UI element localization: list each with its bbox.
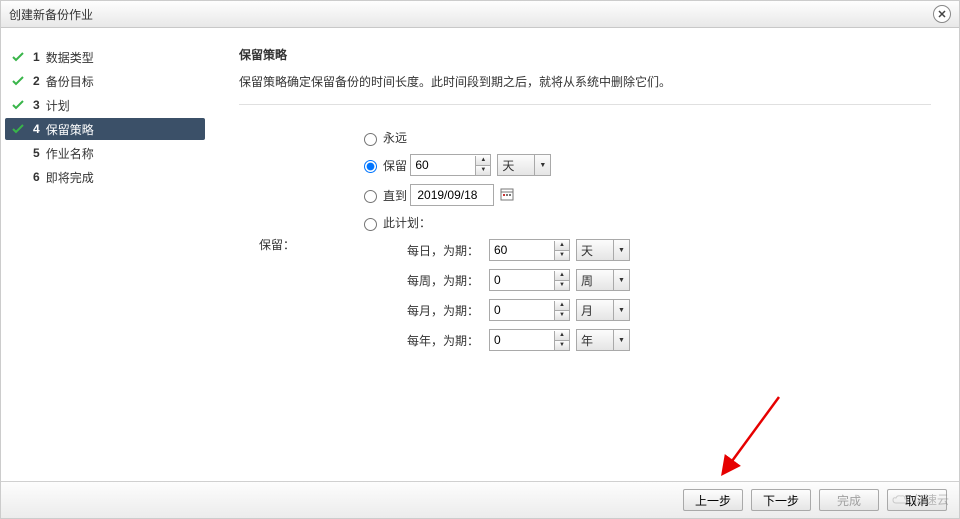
chevron-down-icon: ▼ <box>618 277 625 284</box>
watermark: 亿速云 <box>891 491 949 508</box>
step-label: 即将完成 <box>46 169 94 186</box>
yearly-unit-dropdown[interactable]: 年 ▼ <box>576 329 630 351</box>
section-desc: 保留策略确定保留备份的时间长度。此时间段到期之后，就将从系统中删除它们。 <box>239 73 931 90</box>
keep-unit-dropdown[interactable]: 天 ▼ <box>497 154 551 176</box>
radio-keep[interactable] <box>364 160 377 173</box>
monthly-value-spinner[interactable]: ▲▼ <box>489 299 570 321</box>
finish-button: 完成 <box>819 489 879 511</box>
radio-forever[interactable] <box>364 133 377 146</box>
step-label: 保留策略 <box>46 121 94 138</box>
content-panel: 保留策略 保留策略确定保留备份的时间长度。此时间段到期之后，就将从系统中删除它们… <box>211 28 959 483</box>
step-data-type[interactable]: 1 数据类型 <box>1 46 211 68</box>
option-until-row: 直到 <box>359 184 630 206</box>
check-icon <box>11 50 25 64</box>
schedule-block: 每日，为期： ▲▼ 天 ▼ 每周，为期： <box>389 239 630 351</box>
retain-row: 保留： 永远 保留 ▲ ▼ <box>239 129 931 359</box>
monthly-unit-label: 月 <box>581 302 601 319</box>
keep-unit-label: 天 <box>502 157 522 174</box>
step-job-name[interactable]: 5 作业名称 <box>1 142 211 164</box>
radio-until[interactable] <box>364 190 377 203</box>
schedule-monthly-row: 每月，为期： ▲▼ 月 ▼ <box>389 299 630 321</box>
divider <box>239 104 931 105</box>
titlebar: 创建新备份作业 <box>1 1 959 28</box>
step-label: 作业名称 <box>46 145 94 162</box>
step-schedule[interactable]: 3 计划 <box>1 94 211 116</box>
weekly-unit-label: 周 <box>581 272 601 289</box>
chevron-down-icon: ▼ <box>618 307 625 314</box>
option-keep-label: 保留 <box>383 157 407 174</box>
next-button[interactable]: 下一步 <box>751 489 811 511</box>
spinner-up-icon[interactable]: ▲ <box>555 301 569 311</box>
weekly-value-input[interactable] <box>490 271 554 289</box>
option-this-plan-row: 此计划： <box>359 214 630 231</box>
schedule-weekly-row: 每周，为期： ▲▼ 周 ▼ <box>389 269 630 291</box>
daily-value-spinner[interactable]: ▲▼ <box>489 239 570 261</box>
window-title: 创建新备份作业 <box>9 6 93 23</box>
monthly-label: 每月，为期： <box>389 302 479 319</box>
close-icon[interactable] <box>933 5 951 23</box>
keep-value-input[interactable] <box>411 156 475 174</box>
step-label: 计划 <box>46 97 70 114</box>
yearly-value-spinner[interactable]: ▲▼ <box>489 329 570 351</box>
check-icon <box>11 170 25 184</box>
daily-value-input[interactable] <box>490 241 554 259</box>
step-finish[interactable]: 6 即将完成 <box>1 166 211 188</box>
retain-label: 保留： <box>239 236 319 253</box>
section-title: 保留策略 <box>239 46 931 63</box>
footer-buttons: 上一步 下一步 完成 取消 <box>1 481 959 518</box>
step-backup-target[interactable]: 2 备份目标 <box>1 70 211 92</box>
until-date-field[interactable] <box>415 187 489 203</box>
option-forever-row: 永远 <box>359 129 630 146</box>
check-icon <box>11 122 25 136</box>
monthly-unit-dropdown[interactable]: 月 ▼ <box>576 299 630 321</box>
option-this-plan-label: 此计划： <box>383 214 431 231</box>
option-keep-row: 保留 ▲ ▼ 天 ▼ <box>359 154 630 176</box>
steps-sidebar: 1 数据类型 2 备份目标 3 计划 4 保留策略 5 作业名称 <box>1 28 211 483</box>
radio-this-plan[interactable] <box>364 218 377 231</box>
wizard-window: 创建新备份作业 1 数据类型 2 备份目标 3 计划 4 <box>0 0 960 519</box>
check-icon <box>11 146 25 160</box>
yearly-label: 每年，为期： <box>389 332 479 349</box>
step-label: 数据类型 <box>46 49 94 66</box>
option-until-label: 直到 <box>383 187 407 204</box>
prev-button[interactable]: 上一步 <box>683 489 743 511</box>
spinner-down-icon[interactable]: ▼ <box>555 251 569 260</box>
option-forever-label: 永远 <box>383 129 407 146</box>
calendar-icon[interactable] <box>500 187 514 204</box>
daily-unit-label: 天 <box>581 242 601 259</box>
weekly-label: 每周，为期： <box>389 272 479 289</box>
monthly-value-input[interactable] <box>490 301 554 319</box>
step-retention[interactable]: 4 保留策略 <box>5 118 205 140</box>
chevron-down-icon: ▼ <box>539 162 546 169</box>
spinner-up-icon[interactable]: ▲ <box>555 331 569 341</box>
daily-unit-dropdown[interactable]: 天 ▼ <box>576 239 630 261</box>
spinner-up-icon[interactable]: ▲ <box>555 241 569 251</box>
yearly-unit-label: 年 <box>581 332 601 349</box>
annotation-arrow-icon <box>709 392 789 482</box>
check-icon <box>11 74 25 88</box>
weekly-unit-dropdown[interactable]: 周 ▼ <box>576 269 630 291</box>
yearly-value-input[interactable] <box>490 331 554 349</box>
schedule-daily-row: 每日，为期： ▲▼ 天 ▼ <box>389 239 630 261</box>
spinner-down-icon[interactable]: ▼ <box>476 166 490 175</box>
daily-label: 每日，为期： <box>389 242 479 259</box>
check-icon <box>11 98 25 112</box>
spinner-up-icon[interactable]: ▲ <box>555 271 569 281</box>
spinner-up-icon[interactable]: ▲ <box>476 156 490 166</box>
chevron-down-icon: ▼ <box>618 337 625 344</box>
spinner-down-icon[interactable]: ▼ <box>555 341 569 350</box>
step-label: 备份目标 <box>46 73 94 90</box>
spinner-down-icon[interactable]: ▼ <box>555 281 569 290</box>
cloud-icon <box>891 494 909 506</box>
spinner-down-icon[interactable]: ▼ <box>555 311 569 320</box>
keep-value-spinner[interactable]: ▲ ▼ <box>410 154 491 176</box>
schedule-yearly-row: 每年，为期： ▲▼ 年 ▼ <box>389 329 630 351</box>
chevron-down-icon: ▼ <box>618 247 625 254</box>
until-date-input[interactable] <box>410 184 494 206</box>
weekly-value-spinner[interactable]: ▲▼ <box>489 269 570 291</box>
